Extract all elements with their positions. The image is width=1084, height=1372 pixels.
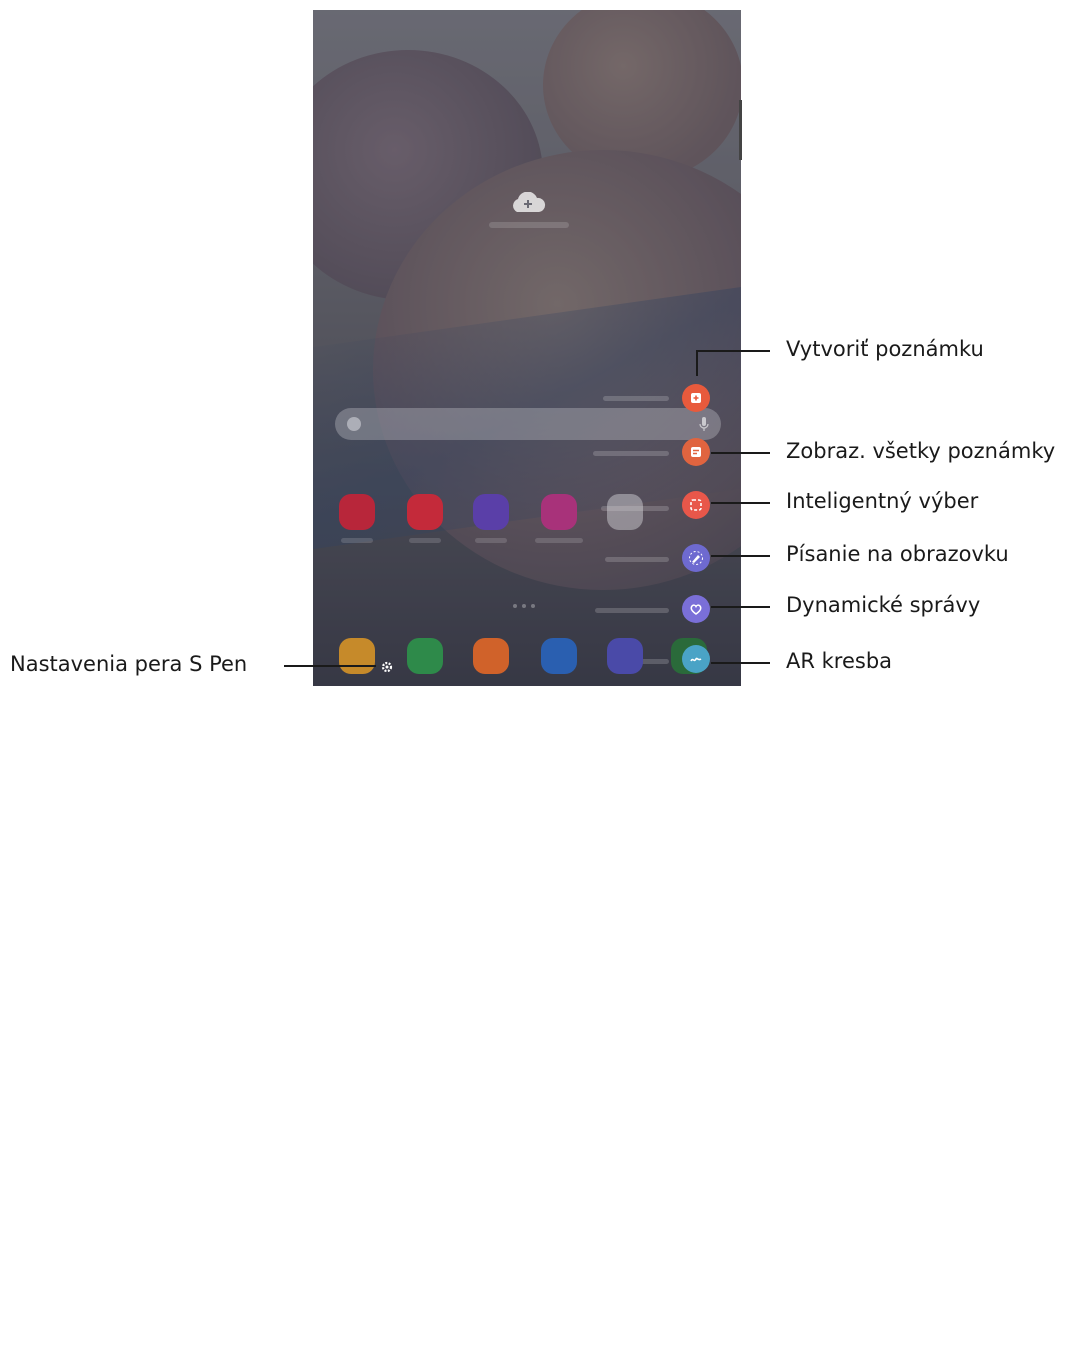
app-icon-gallery[interactable]: [339, 494, 375, 530]
app-label-placeholder: [475, 538, 507, 543]
live-messages-button[interactable]: [682, 595, 710, 623]
app-icon-store[interactable]: [541, 494, 577, 530]
label-view-all-notes: Zobraz. všetky poznámky: [786, 439, 1056, 463]
cloud-add-icon[interactable]: [509, 192, 547, 214]
doodle-icon: [690, 657, 702, 662]
notes-list-icon: [691, 447, 701, 457]
label-create-note: Vytvoriť poznámku: [786, 337, 984, 361]
label-screen-write: Písanie na obrazovku: [786, 542, 1009, 566]
view-all-notes-button[interactable]: [682, 438, 710, 466]
pen-write-icon: [689, 551, 703, 565]
app-icon-contacts[interactable]: [473, 638, 509, 674]
app-label-placeholder: [409, 538, 441, 543]
callout-line: [696, 350, 770, 352]
label-ar-doodle: AR kresba: [786, 649, 893, 673]
menu-text-placeholder: [605, 557, 669, 562]
callout-line: [711, 662, 770, 664]
note-plus-icon: [691, 393, 701, 403]
page-indicator: [513, 593, 553, 608]
search-bar[interactable]: [335, 408, 721, 440]
app-label-placeholder: [341, 538, 373, 543]
app-icon-galaxy[interactable]: [473, 494, 509, 530]
side-button: [739, 100, 742, 160]
label-s-pen-settings: Nastavenia pera S Pen: [10, 652, 248, 676]
app-icon-phone[interactable]: [407, 638, 443, 674]
ar-doodle-button[interactable]: [682, 645, 710, 673]
gear-icon[interactable]: [384, 688, 1084, 1372]
callout-line: [284, 665, 376, 667]
google-icon: [347, 417, 361, 431]
cloud-label-placeholder: [489, 222, 569, 228]
mic-icon[interactable]: [699, 416, 709, 432]
app-icon-camera[interactable]: [407, 494, 443, 530]
app-icon-internet[interactable]: [607, 638, 643, 674]
heart-icon: [690, 604, 702, 615]
app-icon-messages[interactable]: [541, 638, 577, 674]
menu-text-placeholder: [595, 608, 669, 613]
callout-line: [696, 350, 698, 376]
app-label-placeholder: [535, 538, 583, 543]
callout-line: [711, 555, 770, 557]
tablet-screen: [313, 10, 741, 686]
screen-write-button[interactable]: [682, 544, 710, 572]
app-icon-play[interactable]: [607, 494, 643, 530]
gear-icon[interactable]: [381, 661, 393, 673]
menu-text-placeholder: [593, 451, 669, 456]
menu-text-placeholder: [603, 396, 669, 401]
create-note-button[interactable]: [682, 384, 710, 412]
callout-line: [711, 502, 770, 504]
smart-select-button[interactable]: [682, 491, 710, 519]
label-live-messages: Dynamické správy: [786, 593, 981, 617]
callout-line: [711, 606, 770, 608]
app-icon-files[interactable]: [339, 638, 375, 674]
dashed-square-icon: [690, 499, 702, 511]
callout-line: [711, 452, 770, 454]
dim-overlay: [313, 10, 741, 686]
label-smart-select: Inteligentný výber: [786, 489, 979, 513]
